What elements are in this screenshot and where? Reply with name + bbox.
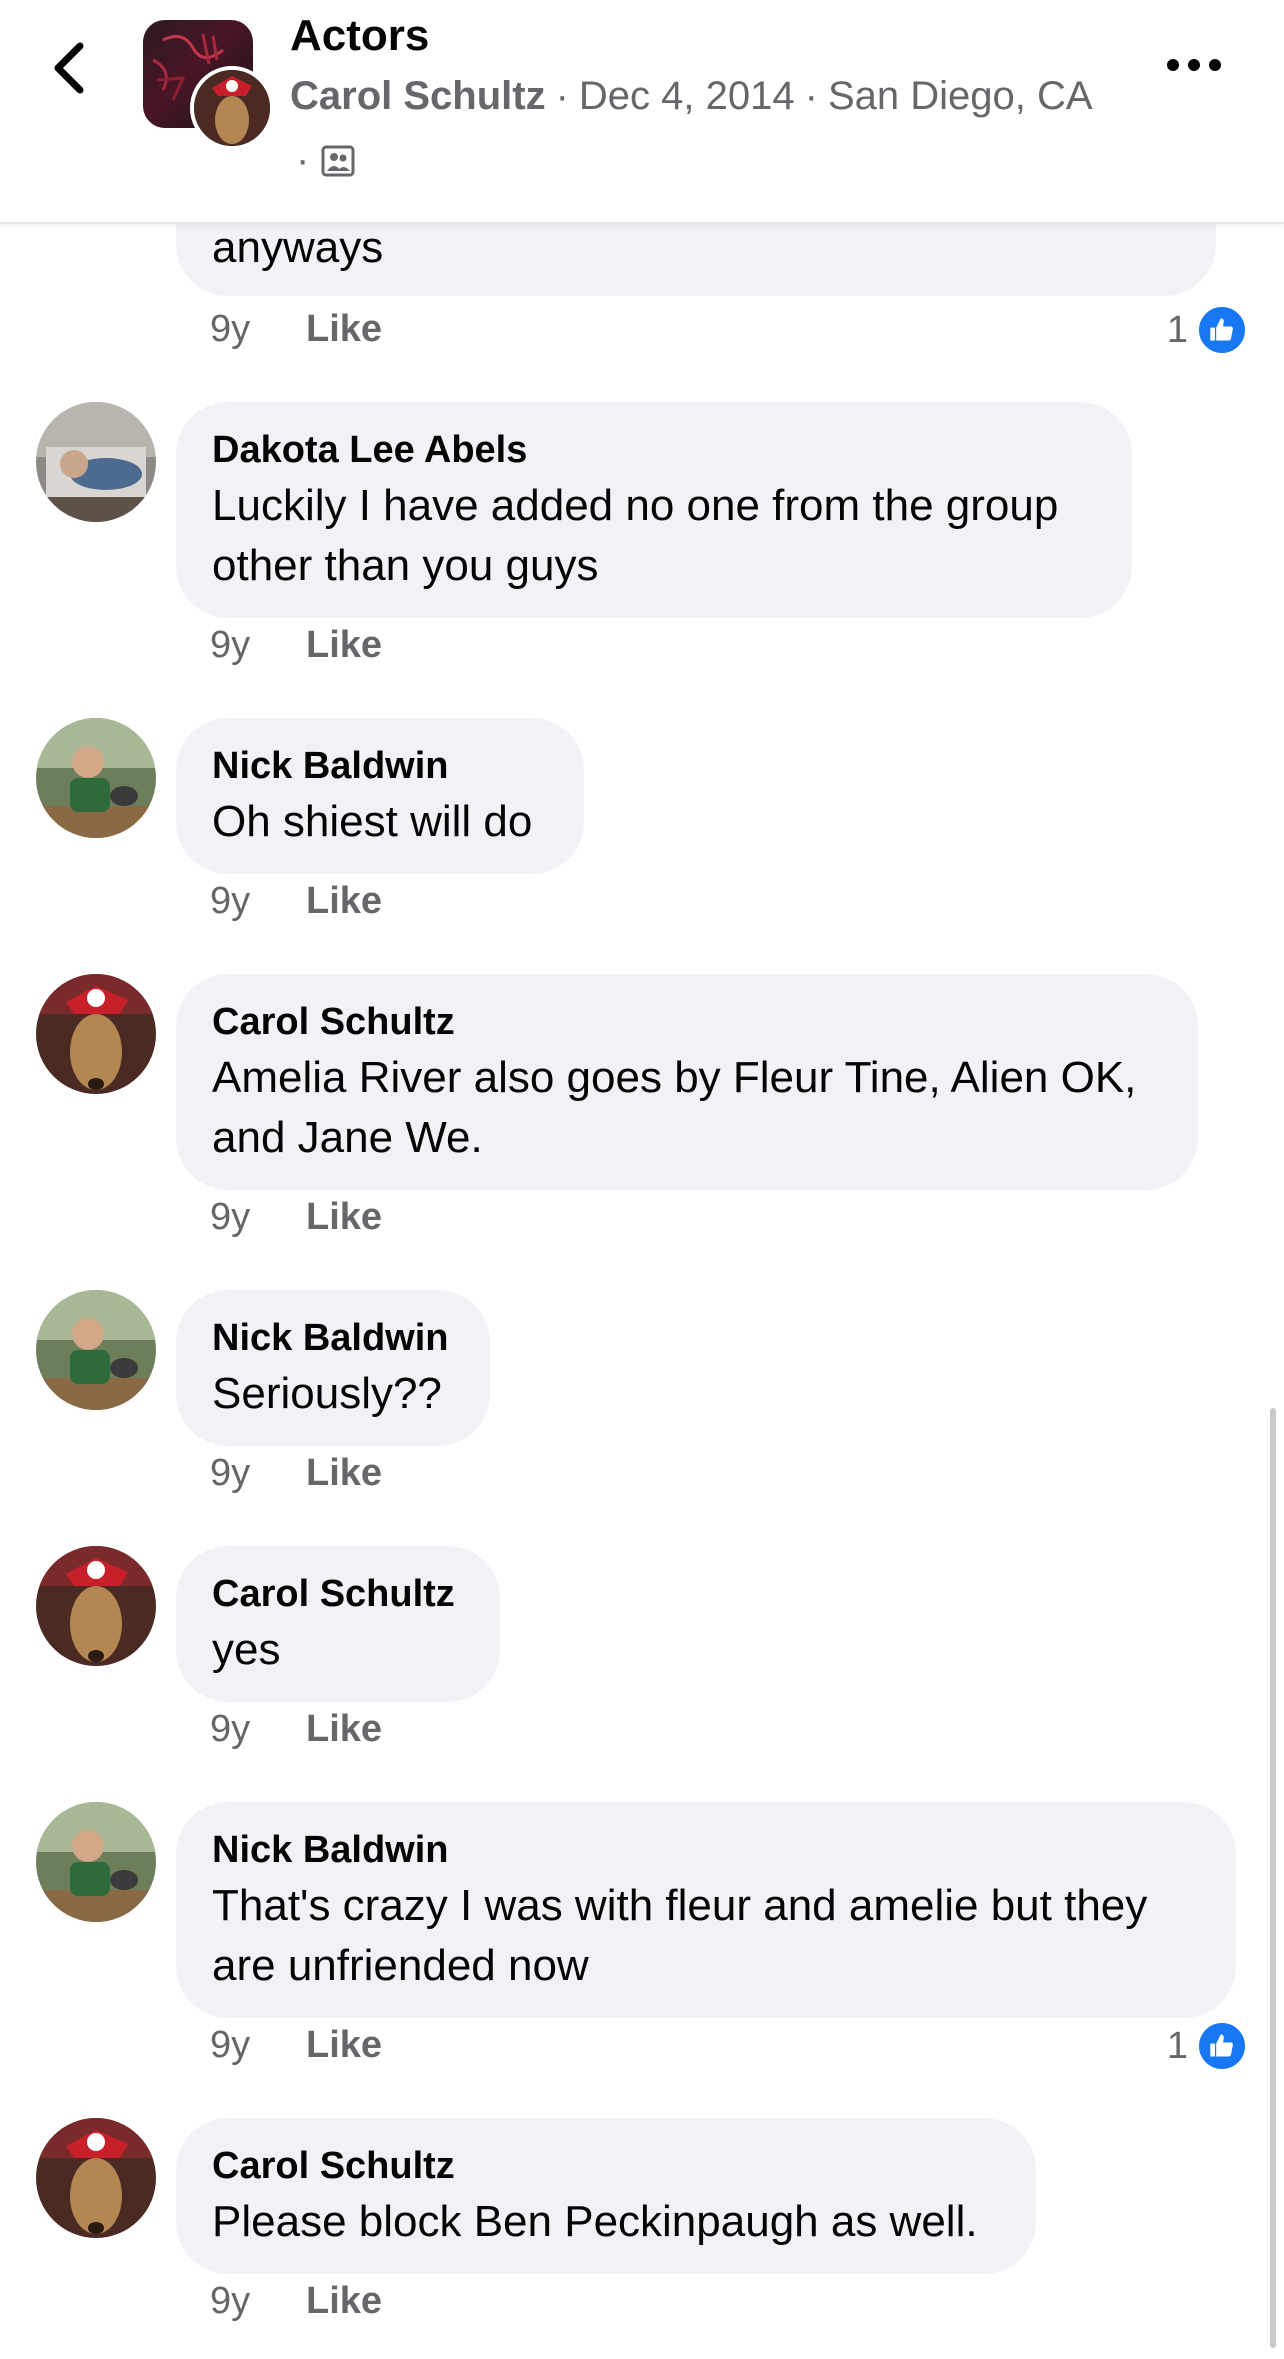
post-date[interactable]: Dec 4, 2014 [579, 74, 795, 118]
reaction-count: 1 [1166, 308, 1188, 351]
avatar[interactable] [36, 402, 156, 522]
comment-actions: 9y Like [210, 308, 382, 351]
avatar[interactable] [36, 2118, 156, 2238]
comment-actions: 9y Like [210, 2024, 382, 2067]
like-button[interactable]: Like [306, 2280, 382, 2323]
comment-time: 9y [210, 308, 251, 350]
comment-bubble: Carol Schultz Please block Ben Peckinpau… [176, 2118, 1036, 2274]
thumbs-up-icon [1196, 2020, 1248, 2072]
comment-text: Amelia River also goes by Fleur Tine, Al… [212, 1053, 1137, 1162]
avatar[interactable] [36, 1546, 156, 1666]
post-audience: · [296, 138, 355, 183]
reaction-summary[interactable]: 1 [1167, 304, 1248, 356]
group-title[interactable]: Actors [290, 6, 429, 66]
reaction-count: 1 [1166, 2024, 1188, 2067]
comment-actions: 9y Like [210, 1708, 382, 1751]
comment-author[interactable]: Dakota Lee Abels [212, 424, 1096, 476]
post-header: Actors Carol Schultz · Dec 4, 2014 · San Die… [0, 0, 1284, 224]
like-button[interactable]: Like [306, 624, 382, 667]
comment-text: Please block Ben Peckinpaugh as well. [212, 2197, 978, 2246]
comment-author[interactable]: Nick Baldwin [212, 740, 548, 792]
comment-text: yes [212, 1625, 281, 1674]
like-button[interactable]: Like [306, 2024, 382, 2067]
reaction-summary[interactable]: 1 [1167, 2020, 1248, 2072]
comment-list: anyways 9y Like 1 Dakota Lee Abels Lucki… [0, 0, 1284, 2359]
comment-author[interactable]: Carol Schultz [212, 996, 1162, 1048]
chevron-left-icon [54, 42, 84, 94]
comment-time: 9y [210, 1708, 251, 1750]
post-meta: Carol Schultz · Dec 4, 2014 · San Diego, CA [290, 68, 1093, 124]
comment-bubble: Carol Schultz Amelia River also goes by … [176, 974, 1198, 1190]
group-audience-icon [321, 145, 355, 176]
comment-author[interactable]: Nick Baldwin [212, 1824, 1200, 1876]
comment-time: 9y [210, 1196, 251, 1238]
comment-actions: 9y Like [210, 880, 382, 923]
back-button[interactable] [40, 30, 100, 106]
comment-time: 9y [210, 1452, 251, 1494]
post-location[interactable]: San Diego, CA [828, 74, 1093, 118]
comment-text: anyways [212, 223, 384, 272]
scrollbar[interactable] [1270, 1408, 1276, 2348]
like-button[interactable]: Like [306, 880, 382, 923]
post-author[interactable]: Carol Schultz [290, 74, 546, 118]
like-button[interactable]: Like [306, 308, 382, 351]
more-options-button[interactable] [1154, 40, 1234, 90]
avatar[interactable] [36, 1290, 156, 1410]
comment-actions: 9y Like [210, 624, 382, 667]
comment-actions: 9y Like [210, 1196, 382, 1239]
comment-time: 9y [210, 880, 251, 922]
meta-separator: · [555, 74, 569, 118]
comment-time: 9y [210, 2024, 251, 2066]
comment-text: Oh shiest will do [212, 797, 533, 846]
like-button[interactable]: Like [306, 1708, 382, 1751]
comment-bubble: Nick Baldwin Seriously?? [176, 1290, 490, 1446]
comment-actions: 9y Like [210, 2280, 382, 2323]
comment-time: 9y [210, 624, 251, 666]
like-button[interactable]: Like [306, 1196, 382, 1239]
comment-time: 9y [210, 2280, 251, 2322]
comment-text: Seriously?? [212, 1369, 442, 1418]
meta-separator: · [296, 138, 310, 182]
avatar[interactable] [36, 1802, 156, 1922]
comment-text: That's crazy I was with fleur and amelie… [212, 1881, 1148, 1990]
more-horizontal-icon [1167, 59, 1221, 71]
comment-actions: 9y Like [210, 1452, 382, 1495]
like-button[interactable]: Like [306, 1452, 382, 1495]
comment-author[interactable]: Carol Schultz [212, 1568, 464, 1620]
comment-bubble: Nick Baldwin Oh shiest will do [176, 718, 584, 874]
avatar[interactable] [36, 718, 156, 838]
meta-separator: · [804, 74, 818, 118]
comment-bubble: Nick Baldwin That's crazy I was with fle… [176, 1802, 1236, 2018]
avatar[interactable] [36, 974, 156, 1094]
thumbs-up-icon [1196, 304, 1248, 356]
comment-text: Luckily I have added no one from the gro… [212, 481, 1059, 590]
author-avatar[interactable] [190, 66, 274, 150]
comment-bubble: Dakota Lee Abels Luckily I have added no… [176, 402, 1132, 618]
comment-bubble: Carol Schultz yes [176, 1546, 500, 1702]
comment-author[interactable]: Nick Baldwin [212, 1312, 454, 1364]
comment-author[interactable]: Carol Schultz [212, 2140, 1000, 2192]
